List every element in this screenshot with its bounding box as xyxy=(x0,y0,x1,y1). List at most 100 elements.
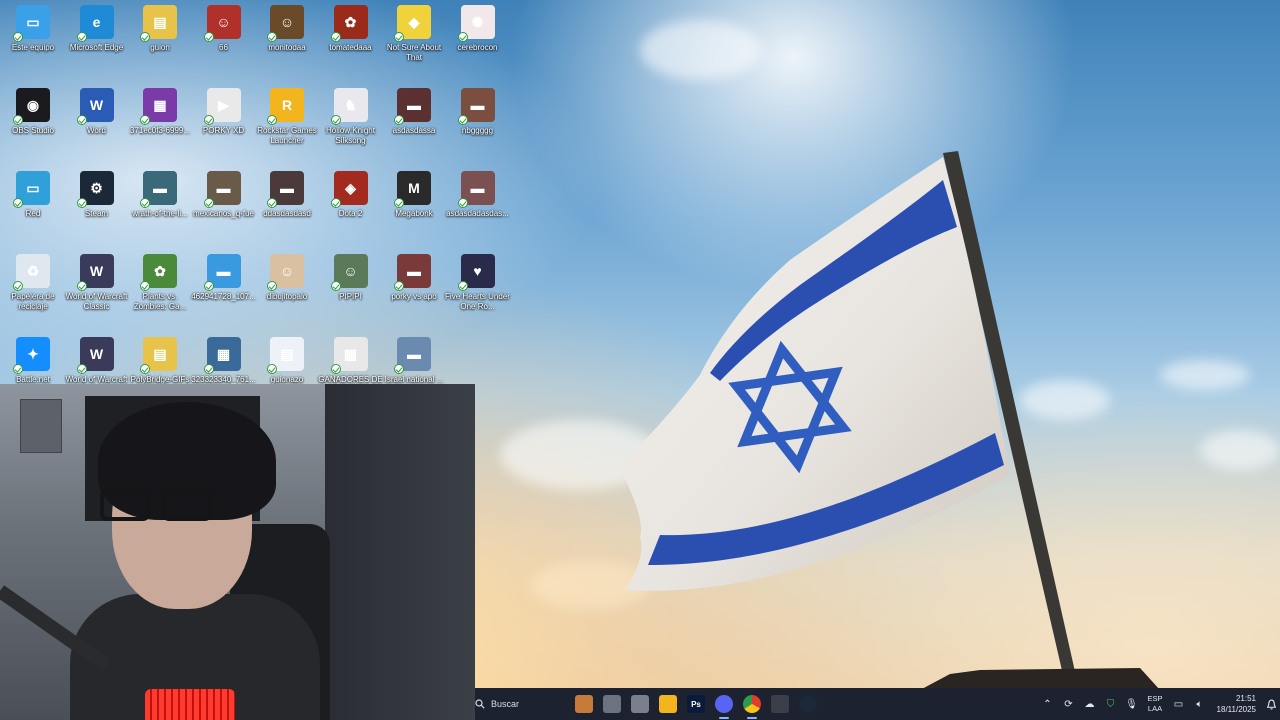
chevron-up-icon[interactable]: ⌃ xyxy=(1037,688,1058,720)
desktop-icon-label: nbggggg xyxy=(461,126,494,135)
desktop-icon[interactable]: R Rockstar Games Launcher xyxy=(254,85,320,165)
sync-icon[interactable]: ⟳ xyxy=(1058,688,1079,720)
wall-picture xyxy=(20,399,62,453)
desktop-icon-image: ▬ xyxy=(394,337,431,374)
desktop-icon[interactable]: ✺ cerebrocon xyxy=(445,2,511,82)
desktop-icon-image: ✦ xyxy=(13,337,50,374)
desktop-icon[interactable]: ⚙ Steam xyxy=(64,168,130,248)
cloud-icon[interactable]: ☁ xyxy=(1079,688,1100,720)
desktop-icon[interactable]: ♞ Hollow Knight Silksong xyxy=(318,85,384,165)
sync-status-icon xyxy=(457,198,468,208)
taskbar-discord[interactable] xyxy=(710,688,738,720)
sync-status-icon xyxy=(76,364,87,374)
desktop-icon[interactable]: ◈ Dota 2 xyxy=(318,168,384,248)
desktop-icon[interactable]: ▬ asdasdassa xyxy=(381,85,447,165)
desktop-icon-image: ▦ xyxy=(140,88,177,125)
desktop-icon-label: porky vs apo xyxy=(391,292,437,301)
desktop-icon-label: Not Sure About That xyxy=(386,43,442,62)
desktop-icon-image: ◆ xyxy=(394,5,431,42)
desktop-icon[interactable]: ▬ 462941728_107... xyxy=(191,251,257,331)
desktop-icon-image: ▬ xyxy=(457,171,495,208)
shield-icon[interactable]: ⛉ xyxy=(1100,688,1121,720)
desktop-icon[interactable]: ▭ Este equipo xyxy=(0,2,66,82)
desktop-icon[interactable]: ☺ 66 xyxy=(191,2,257,82)
taskbar-steam[interactable] xyxy=(794,688,822,720)
desktop-icon[interactable]: ✿ Plants vs. Zombies: Ga... xyxy=(127,251,193,331)
desktop-icon[interactable]: e Microsoft Edge xyxy=(64,2,130,82)
sync-status-icon xyxy=(330,115,341,125)
desktop-icon[interactable]: ☺ monitodaa xyxy=(254,2,320,82)
sync-status-icon xyxy=(394,198,404,208)
taskbar-search[interactable]: Buscar xyxy=(475,688,570,720)
taskbar-app-record[interactable] xyxy=(766,688,794,720)
person-glasses xyxy=(100,489,230,523)
sync-status-icon xyxy=(13,198,23,208)
desktop-icon-label: ddasdasdasd xyxy=(263,209,311,218)
desktop-icon[interactable]: ♥ Five Hearts Under One Ro... xyxy=(445,251,511,331)
lang-layout: LAA xyxy=(1147,704,1163,713)
desktop-icon-image: ⚙ xyxy=(76,171,114,208)
sync-status-icon xyxy=(140,198,150,208)
desktop-icon-image: e xyxy=(76,5,114,42)
sync-status-icon xyxy=(457,115,468,125)
taskbar-chrome[interactable] xyxy=(738,688,766,720)
desktop-icon-image: ♻ xyxy=(13,254,50,291)
taskbar-photoshop[interactable]: Ps xyxy=(682,688,710,720)
desktop-icon[interactable]: ◆ Not Sure About That xyxy=(381,2,447,82)
flag-image xyxy=(620,151,1078,688)
desktop-icon[interactable]: ▬ asdasdadasdas... xyxy=(445,168,511,248)
desktop-icon[interactable]: ☺ PIPIPI xyxy=(318,251,384,331)
desktop-icon[interactable]: ♻ Papelera de reciclaje xyxy=(0,251,66,331)
sync-status-icon xyxy=(330,281,341,291)
taskbar-app-record-icon xyxy=(771,695,789,713)
sync-status-icon xyxy=(203,364,214,374)
taskbar-news-widget[interactable] xyxy=(570,688,598,720)
desktop-icon[interactable]: ▶ PORKY XD xyxy=(191,85,257,165)
desktop-icon-label: Word xyxy=(87,126,106,135)
volume-icon[interactable]: 🔈︎ xyxy=(1189,688,1210,720)
desktop-icon-image: ▬ xyxy=(457,88,495,125)
desktop-icon[interactable]: M Megabonk xyxy=(381,168,447,248)
desktop-icon-label: Hollow Knight Silksong xyxy=(326,126,375,145)
rooftop-silhouette xyxy=(920,668,1160,690)
sync-status-icon xyxy=(267,198,277,208)
sync-status-icon xyxy=(394,364,404,374)
clock[interactable]: 21:51 18/11/2025 xyxy=(1210,693,1256,715)
microphone-icon[interactable]: 🎙︎ xyxy=(1121,688,1142,720)
desktop-icon-image: ▦ xyxy=(330,337,368,374)
taskbar-app-generic-icon xyxy=(631,695,649,713)
taskbar-app-generic[interactable] xyxy=(626,688,654,720)
desktop-icon[interactable]: ✿ tomatedaaa xyxy=(318,2,384,82)
desktop-icon[interactable]: ▦ 371ec0f3-6999... xyxy=(127,85,193,165)
desktop-icon-label: World of Warcraft Classic xyxy=(65,292,128,311)
desktop-icon[interactable]: ▬ ddasdasdasd xyxy=(254,168,320,248)
desktop-icon[interactable]: ◉ OBS Studio xyxy=(0,85,66,165)
desktop-icon-image: ♥ xyxy=(457,254,495,291)
desktop-icon[interactable]: ▬ wrath-of-the-li... xyxy=(127,168,193,248)
desktop-icon-image: ▬ xyxy=(394,254,431,291)
language-indicator[interactable]: ESP LAA xyxy=(1142,694,1168,714)
sync-status-icon xyxy=(267,364,277,374)
desktop-icon-image: ▬ xyxy=(203,171,241,208)
desktop-icon-image: ▶ xyxy=(203,88,241,125)
desktop-icon-label: Dota 2 xyxy=(338,209,363,218)
desktop-icon[interactable]: ▬ nbggggg xyxy=(445,85,511,165)
sync-status-icon xyxy=(394,281,404,291)
desktop-icon[interactable]: ▬ mexicanos_q-fue xyxy=(191,168,257,248)
sync-status-icon xyxy=(457,281,468,291)
taskbar-file-explorer[interactable] xyxy=(654,688,682,720)
taskbar-task-view[interactable] xyxy=(598,688,626,720)
desktop-icon-label: PORKY XD xyxy=(202,126,245,135)
desktop-icon[interactable]: ▭ Red xyxy=(0,168,66,248)
clock-time: 21:51 xyxy=(1235,694,1256,703)
network-icon[interactable]: ▭ xyxy=(1168,688,1189,720)
desktop-icon[interactable]: W World of Warcraft Classic xyxy=(64,251,130,331)
desktop-icon[interactable]: ☺ dibujitopalo xyxy=(254,251,320,331)
desktop-icon-image: ▬ xyxy=(203,254,241,291)
desktop-icon[interactable]: ▬ porky vs apo xyxy=(381,251,447,331)
desktop-icon[interactable]: W Word xyxy=(64,85,130,165)
desktop-icon-label: cerebrocon xyxy=(457,43,498,52)
notification-bell-icon[interactable] xyxy=(1262,688,1280,720)
desktop-icon[interactable]: ▤ guion xyxy=(127,2,193,82)
search-icon xyxy=(475,699,485,709)
